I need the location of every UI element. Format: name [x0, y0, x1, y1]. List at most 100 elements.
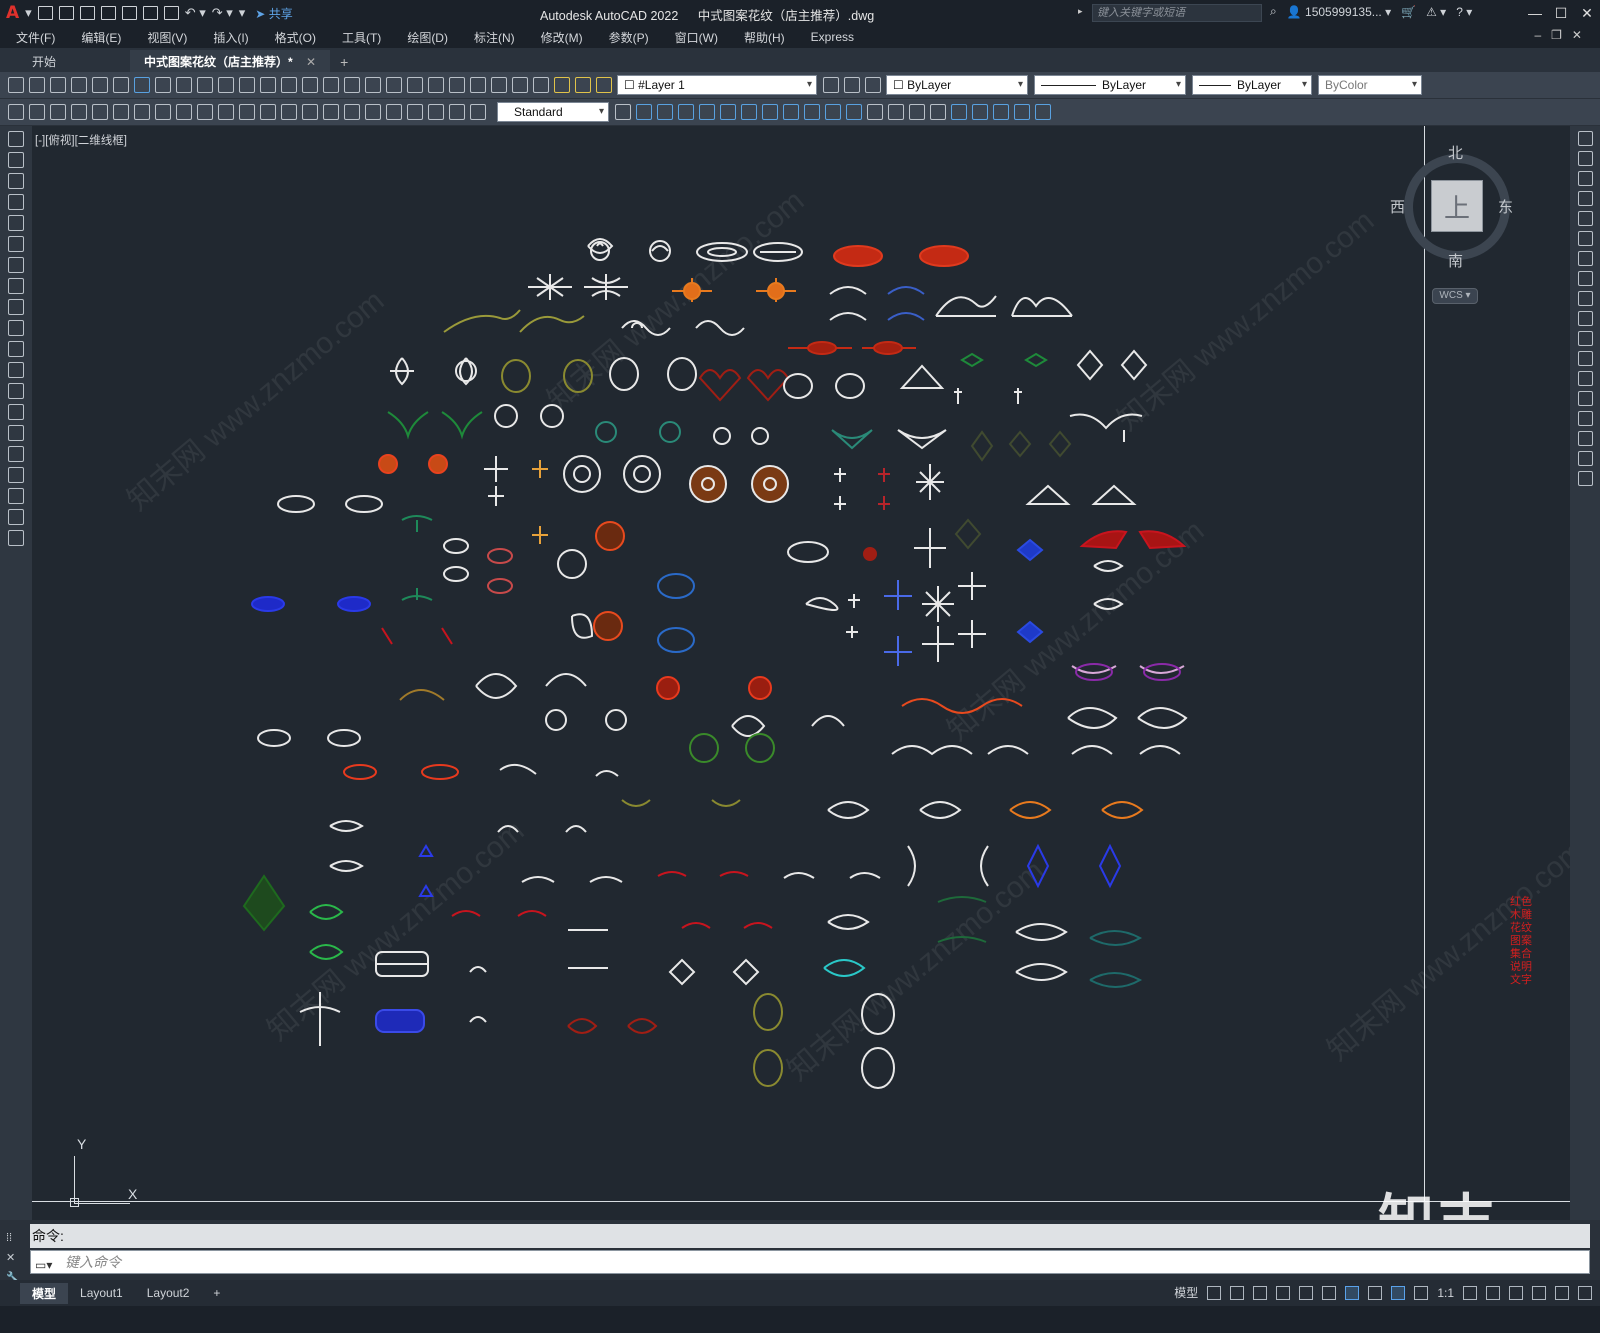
ucs-object-icon[interactable]: [1035, 104, 1051, 120]
erase-icon[interactable]: [1578, 131, 1593, 146]
save-icon[interactable]: [79, 6, 95, 20]
object-snap-tracking-icon[interactable]: [1322, 1285, 1337, 1300]
view-nw-iso-icon[interactable]: [825, 104, 841, 120]
user-account[interactable]: 👤 1505999135... ▾: [1287, 5, 1391, 19]
radius-dim-icon[interactable]: [155, 104, 171, 120]
make-block-icon[interactable]: [8, 383, 24, 399]
tab-layout1[interactable]: Layout1: [68, 1284, 135, 1302]
design-center-icon[interactable]: [407, 77, 423, 93]
make-current-layer-icon[interactable]: [823, 77, 839, 93]
visual-style-realistic-icon[interactable]: [909, 104, 925, 120]
add-layout-button[interactable]: +: [201, 1284, 232, 1302]
wcs-menu[interactable]: WCS ▾: [1432, 288, 1478, 304]
layer-on-icon[interactable]: [554, 77, 570, 93]
linetype-dropdown[interactable]: ByLayer ▾: [1034, 75, 1186, 95]
redo-tool-icon[interactable]: [281, 77, 297, 93]
autocad-logo-icon[interactable]: A: [6, 3, 19, 23]
undo-tool-icon[interactable]: [260, 77, 276, 93]
visual-style-conceptual-icon[interactable]: [930, 104, 946, 120]
tab-layout2[interactable]: Layout2: [135, 1284, 202, 1302]
break-at-point-icon[interactable]: [1578, 351, 1593, 366]
polyline-icon[interactable]: [8, 173, 24, 189]
new-file-icon[interactable]: [37, 6, 53, 20]
rotate-icon[interactable]: [1578, 251, 1593, 266]
redo-icon[interactable]: ↷ ▾: [212, 5, 233, 21]
multileader-icon[interactable]: [50, 104, 66, 120]
mirror-icon[interactable]: [1578, 171, 1593, 186]
copy-icon[interactable]: [176, 77, 192, 93]
angular-dim-icon[interactable]: [218, 104, 234, 120]
ellipse-icon[interactable]: [8, 320, 24, 336]
view-bottom-icon[interactable]: [657, 104, 673, 120]
command-line-handle-icon[interactable]: ⁞⁞ ✕ 🔧: [6, 1228, 20, 1288]
calculator-icon[interactable]: [491, 77, 507, 93]
stretch-icon[interactable]: [1578, 291, 1593, 306]
viewcube[interactable]: 上 北 南 东 西: [1390, 145, 1516, 270]
jogged-dim-icon[interactable]: [176, 104, 192, 120]
match-properties-icon[interactable]: [218, 77, 234, 93]
ucs-previous-icon[interactable]: [993, 104, 1009, 120]
maximize-button[interactable]: ☐: [1548, 0, 1574, 26]
view-front-icon[interactable]: [720, 104, 736, 120]
save-web-icon[interactable]: [142, 6, 158, 20]
view-back-icon[interactable]: [741, 104, 757, 120]
tab-start[interactable]: 开始: [0, 50, 130, 72]
lineweight-icon[interactable]: [1368, 1285, 1383, 1300]
layer-previous-icon[interactable]: [844, 77, 860, 93]
menu-view[interactable]: 视图(V): [147, 29, 187, 46]
array-icon[interactable]: [1578, 211, 1593, 226]
tab-model[interactable]: 模型: [20, 1282, 69, 1304]
dim-break-icon[interactable]: [323, 104, 339, 120]
open-web-icon[interactable]: [121, 6, 137, 20]
ortho-icon[interactable]: [1253, 1285, 1268, 1300]
save-as-icon[interactable]: [100, 6, 116, 20]
isolate-objects-icon[interactable]: [1509, 1285, 1523, 1300]
camera-icon[interactable]: [846, 104, 862, 120]
share-button[interactable]: ➤ 共享: [255, 5, 292, 22]
quick-dimension-icon[interactable]: [239, 104, 255, 120]
autodesk-a360-icon[interactable]: ⚠ ▾: [1426, 5, 1446, 19]
ucs-world-icon[interactable]: [972, 104, 988, 120]
customization-menu-icon[interactable]: [1578, 1285, 1592, 1300]
diameter-dim-icon[interactable]: [197, 104, 213, 120]
inspection-icon[interactable]: [386, 104, 402, 120]
zoom-window-icon[interactable]: [344, 77, 360, 93]
view-left-icon[interactable]: [678, 104, 694, 120]
add-selected-icon[interactable]: [8, 530, 24, 546]
menu-insert[interactable]: 插入(I): [213, 29, 248, 46]
chamfer-icon[interactable]: [1578, 411, 1593, 426]
print-preview-icon[interactable]: [92, 77, 108, 93]
cart-icon[interactable]: 🛒: [1401, 5, 1416, 19]
dim-update-icon[interactable]: [470, 104, 486, 120]
annotation-monitor-icon[interactable]: [1486, 1285, 1500, 1300]
region-icon[interactable]: [8, 467, 24, 483]
layer-state-icon[interactable]: [865, 77, 881, 93]
annotation-scale[interactable]: 1:1: [1437, 1286, 1454, 1300]
viewcube-face[interactable]: 上: [1431, 180, 1483, 232]
construction-line-icon[interactable]: [8, 152, 24, 168]
tab-close-icon[interactable]: ✕: [306, 55, 316, 69]
isodraft-icon[interactable]: [1299, 1285, 1314, 1300]
plot-icon[interactable]: [163, 6, 179, 20]
search-expand-icon[interactable]: ▸: [1078, 6, 1083, 17]
layer-lock-icon[interactable]: [596, 77, 612, 93]
linear-dim-icon[interactable]: [71, 104, 87, 120]
zoom-previous-icon[interactable]: [365, 77, 381, 93]
menu-window[interactable]: 窗口(W): [675, 29, 718, 46]
menu-edit[interactable]: 编辑(E): [81, 29, 121, 46]
blend-curves-icon[interactable]: [1578, 451, 1593, 466]
break-icon[interactable]: [1578, 371, 1593, 386]
revcloud-icon[interactable]: [8, 278, 24, 294]
cut-icon[interactable]: [155, 77, 171, 93]
print-icon[interactable]: [71, 77, 87, 93]
menu-dimension[interactable]: 标注(N): [474, 29, 515, 46]
polar-icon[interactable]: [1276, 1285, 1291, 1300]
compass-south[interactable]: 南: [1448, 250, 1463, 271]
dim-style-icon[interactable]: [8, 104, 24, 120]
insert-block-icon[interactable]: [8, 362, 24, 378]
offset-icon[interactable]: [1578, 191, 1593, 206]
layer-freeze-icon[interactable]: [575, 77, 591, 93]
visual-style-2d-icon[interactable]: [867, 104, 883, 120]
search-input[interactable]: 键入关键字或短语: [1092, 4, 1262, 22]
open-file-icon[interactable]: [58, 6, 74, 20]
